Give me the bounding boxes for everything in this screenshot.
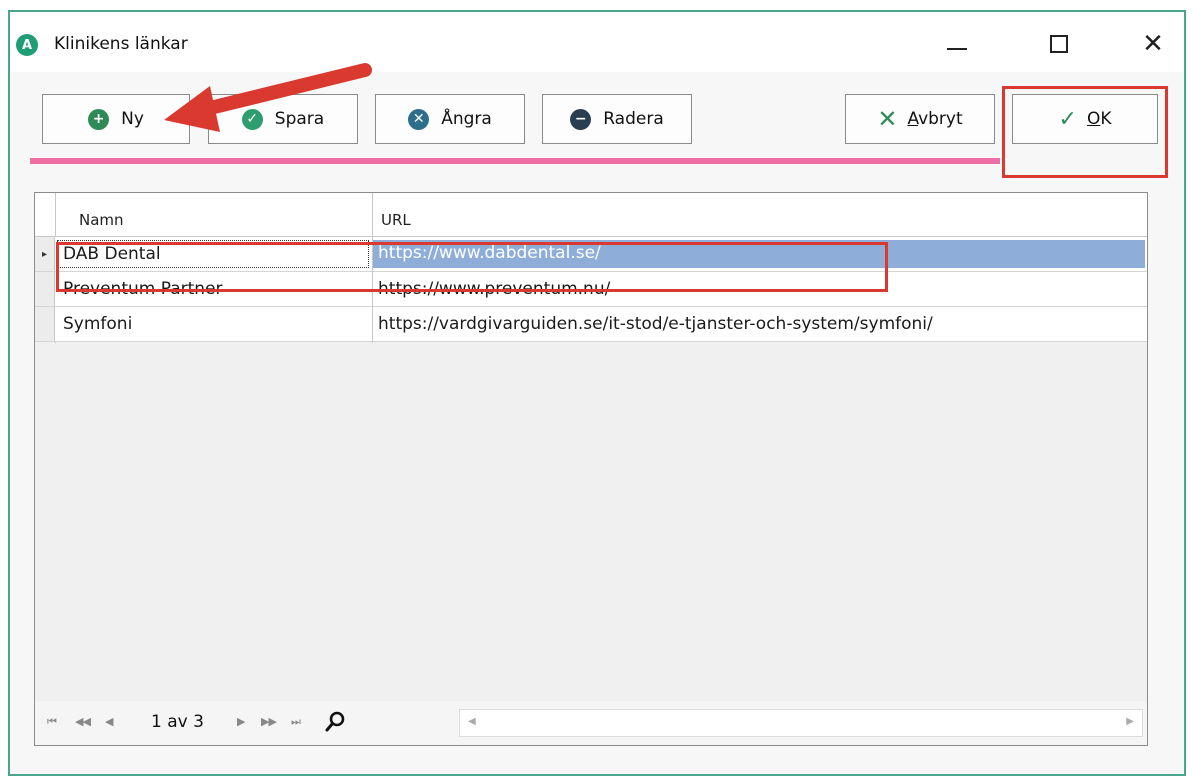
cancel-button-label: Avbryt [907,109,963,129]
current-row-indicator: ▸ [35,237,55,271]
first-record-icon[interactable]: ⏮ [47,715,57,729]
delete-button[interactable]: − Radera [542,94,692,144]
cancel-x-icon: ✕ [877,105,898,133]
app-logo-icon: A [16,34,38,56]
delete-button-label: Radera [603,109,664,129]
grid-header: Namn URL [35,193,1147,237]
plus-icon: + [88,108,110,130]
toolbar-divider [30,158,1000,164]
record-navigator: ⏮ ◀◀ ◀ 1 av 3 ▶ ▶▶ ⏭ ◀ ▶ [35,701,1147,745]
row-indicator [35,272,55,306]
ok-highlight-annotation [1002,86,1168,178]
x-circle-icon: ✕ [408,108,430,130]
horizontal-scrollbar[interactable]: ◀ ▶ [459,709,1143,737]
next-page-icon[interactable]: ▶▶ [261,715,277,728]
next-record-icon[interactable]: ▶ [237,715,246,728]
new-button-label: Ny [121,109,144,129]
row-indicator [35,307,55,341]
column-header-name[interactable]: Namn [79,211,124,229]
maximize-button[interactable] [1036,26,1082,62]
prev-record-icon[interactable]: ◀ [105,715,114,728]
table-row[interactable]: Symfoni https://vardgivarguiden.se/it-st… [35,307,1147,342]
pointer-arrow-icon [164,63,372,132]
scroll-right-icon[interactable]: ▶ [1126,716,1134,727]
cancel-button[interactable]: ✕ Avbryt [845,94,995,144]
undo-button-label: Ångra [441,109,492,129]
minimize-icon [947,48,967,50]
search-icon[interactable] [325,711,345,733]
column-header-url[interactable]: URL [381,211,411,229]
prev-page-icon[interactable]: ◀◀ [75,715,91,728]
cell-url[interactable]: https://vardgivarguiden.se/it-stod/e-tja… [378,314,933,334]
minimize-button[interactable] [934,26,980,62]
undo-button[interactable]: ✕ Ångra [375,94,525,144]
maximize-icon [1050,35,1068,53]
cell-name[interactable]: Symfoni [63,314,132,334]
scroll-left-icon[interactable]: ◀ [468,716,476,727]
page-indicator: 1 av 3 [151,712,204,732]
minus-circle-icon: − [570,108,592,130]
row-highlight-annotation [56,242,888,292]
close-button[interactable]: ✕ [1130,26,1176,62]
last-record-icon[interactable]: ⏭ [291,715,301,729]
